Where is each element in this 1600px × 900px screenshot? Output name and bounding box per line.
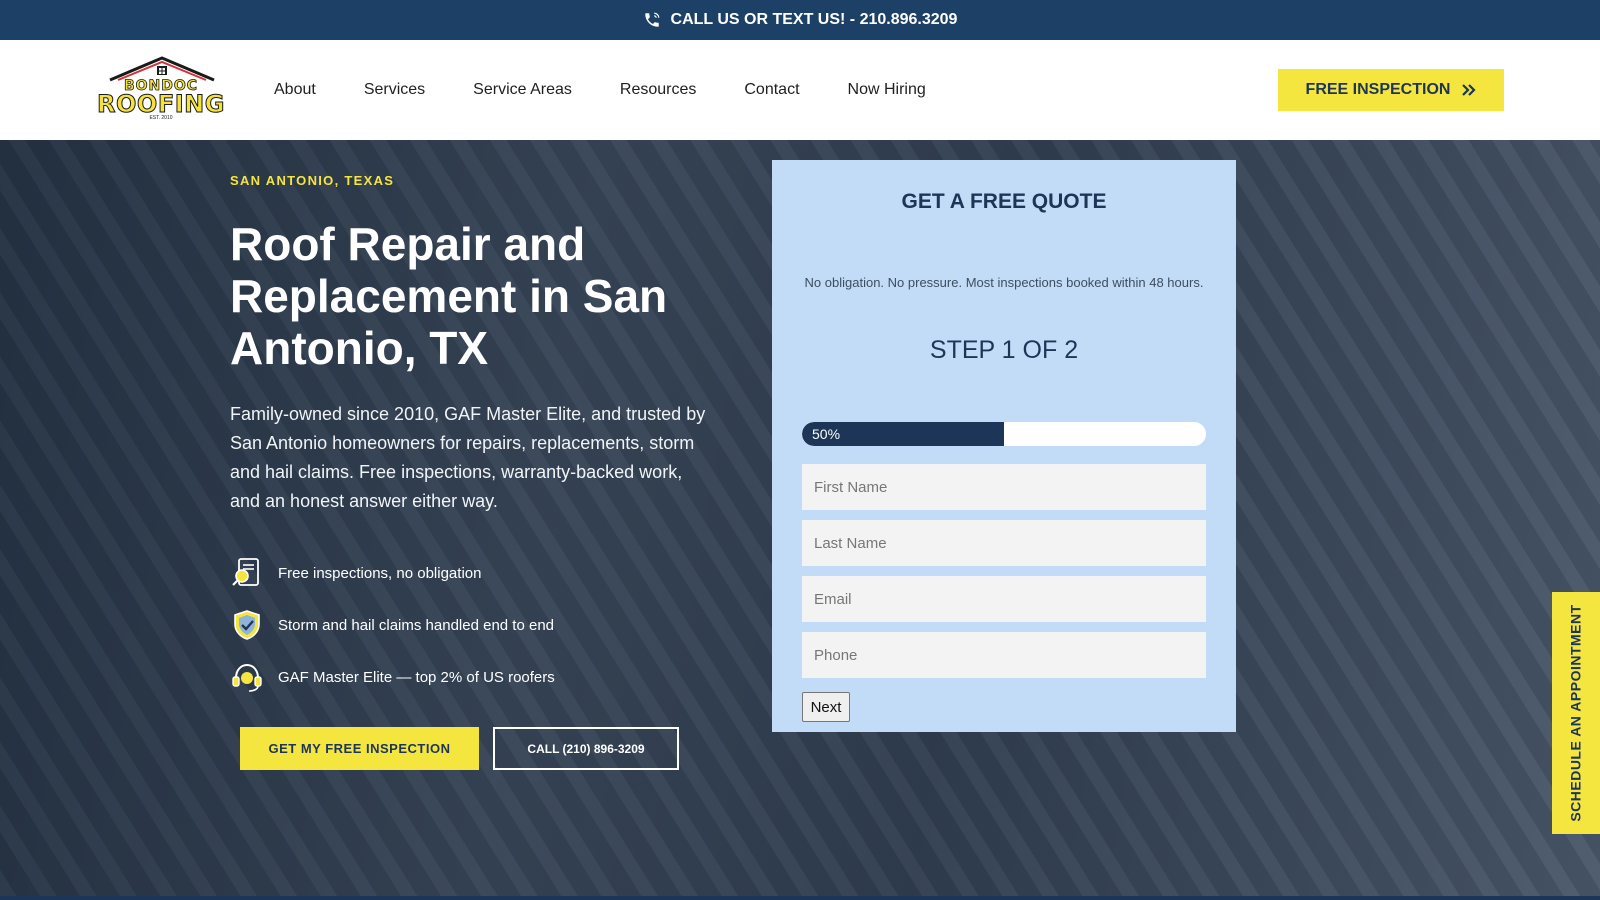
hero-title: Roof Repair and Replacement in San Anton… xyxy=(230,218,668,374)
phone-input[interactable] xyxy=(802,632,1206,678)
free-inspection-label: FREE INSPECTION xyxy=(1305,81,1451,98)
feature-text: Free inspections, no obligation xyxy=(278,564,482,582)
top-phone-text: CALL US OR TEXT US! - 210.896.3209 xyxy=(670,11,958,28)
nav-contact[interactable]: Contact xyxy=(744,81,799,99)
hero-bottom-border xyxy=(0,896,1600,900)
inspection-report-icon xyxy=(232,558,259,586)
hero-section: SAN ANTONIO, TEXAS Roof Repair and Repla… xyxy=(0,140,1600,896)
hero-description: Family-owned since 2010, GAF Master Elit… xyxy=(230,404,706,511)
free-inspection-button[interactable]: FREE INSPECTION xyxy=(1278,69,1504,111)
get-free-inspection-button[interactable]: GET MY FREE INSPECTION xyxy=(240,727,479,770)
nav-about[interactable]: About xyxy=(274,81,316,99)
feature-list: Free inspections, no obligation Storm an… xyxy=(230,556,710,712)
logo-text-est: EST. 2010 xyxy=(149,115,173,121)
feature-item: Storm and hail claims handled end to end xyxy=(230,608,710,642)
quote-progress-fill: 50% xyxy=(802,422,1004,446)
nav-resources[interactable]: Resources xyxy=(620,81,696,99)
quote-progress-bar: 50% xyxy=(802,422,1206,446)
top-phone-bar[interactable]: CALL US OR TEXT US! - 210.896.3209 xyxy=(0,0,1600,40)
quote-step-indicator: STEP 1 OF 2 xyxy=(929,336,1079,364)
quote-subtitle: No obligation. No pressure. Most inspect… xyxy=(804,275,1204,290)
schedule-appointment-tab[interactable]: SCHEDULE AN APPOINTMENT xyxy=(1552,592,1600,834)
phone-icon xyxy=(644,12,659,27)
logo-text-roofing: ROOFING xyxy=(97,90,225,119)
email-input[interactable] xyxy=(802,576,1206,622)
double-chevron-right-icon xyxy=(1462,84,1477,96)
next-step-button[interactable]: Next xyxy=(802,692,850,722)
last-name-input[interactable] xyxy=(802,520,1206,566)
headset-support-icon xyxy=(232,663,262,692)
nav-services[interactable]: Services xyxy=(364,81,425,99)
quote-title: GET A FREE QUOTE xyxy=(901,190,1107,213)
free-quote-form: GET A FREE QUOTE No obligation. No press… xyxy=(772,160,1236,732)
feature-text: GAF Master Elite — top 2% of US roofers xyxy=(278,668,555,686)
shield-check-icon xyxy=(234,610,260,640)
schedule-appointment-label: SCHEDULE AN APPOINTMENT xyxy=(1568,604,1585,822)
feature-text: Storm and hail claims handled end to end xyxy=(278,616,555,634)
first-name-input[interactable] xyxy=(802,464,1206,510)
site-header: BONDOC ROOFING EST. 2010 About Services … xyxy=(0,40,1600,140)
call-phone-button[interactable]: CALL (210) 896-3209 xyxy=(493,727,679,770)
hero-eyebrow: SAN ANTONIO, TEXAS xyxy=(230,173,395,188)
bondoc-roofing-logo[interactable]: BONDOC ROOFING EST. 2010 xyxy=(94,56,228,124)
nav-now-hiring[interactable]: Now Hiring xyxy=(848,81,926,99)
nav-service-areas[interactable]: Service Areas xyxy=(473,81,572,99)
feature-item: GAF Master Elite — top 2% of US roofers xyxy=(230,660,710,694)
main-nav: About Services Service Areas Resources C… xyxy=(274,40,974,140)
feature-item: Free inspections, no obligation xyxy=(230,556,710,590)
